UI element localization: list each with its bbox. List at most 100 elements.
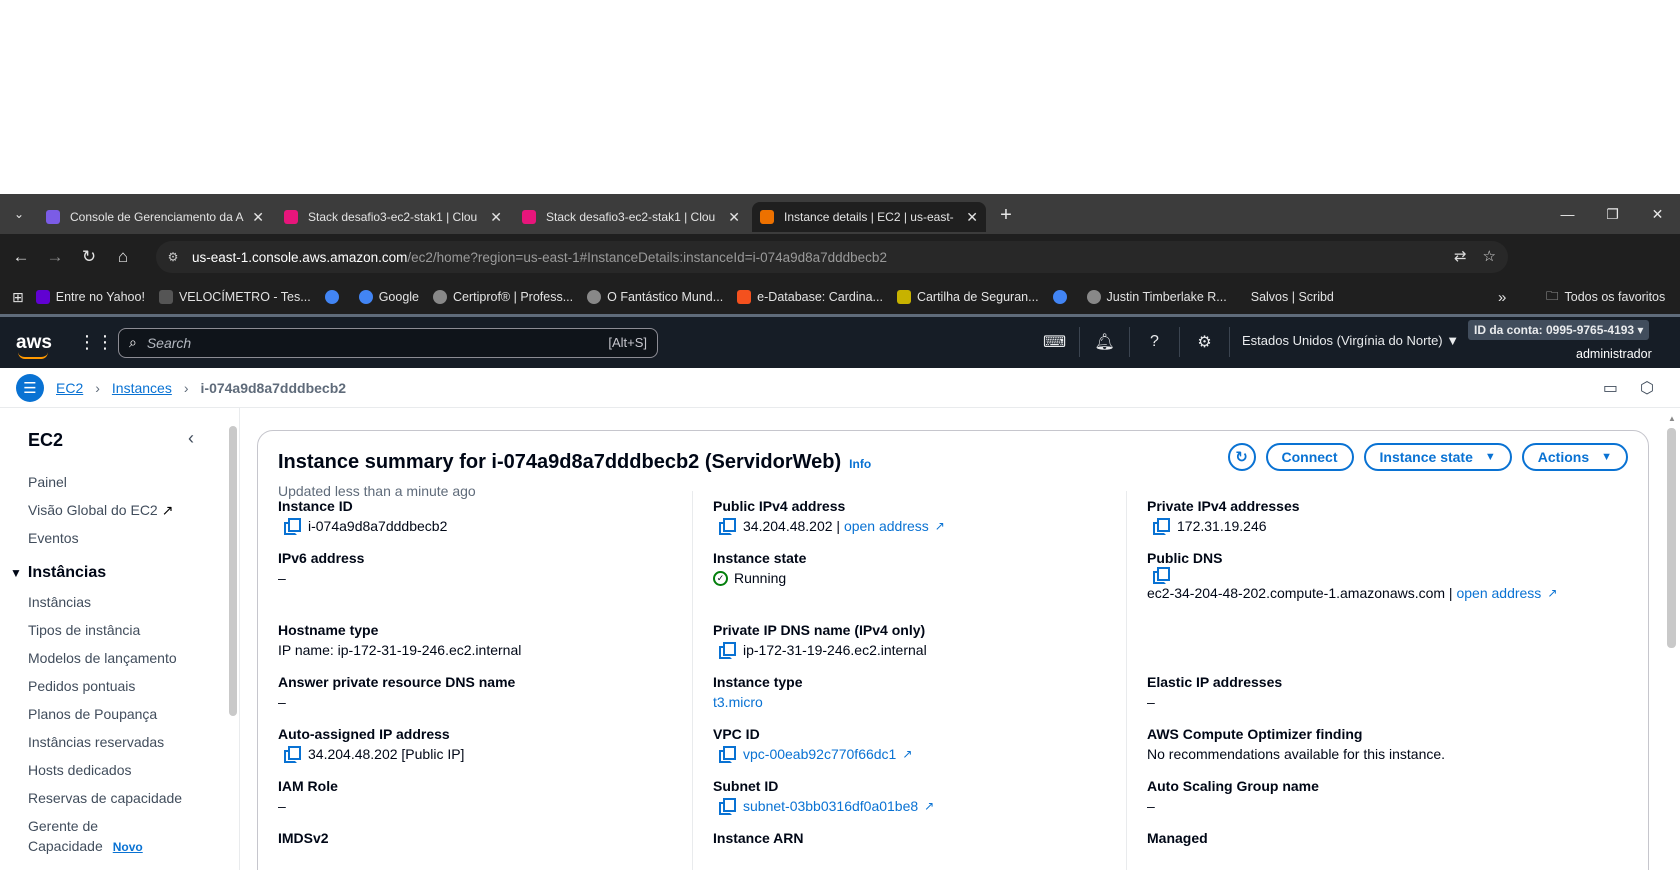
sidebar-section-instancias[interactable]: ▼ Instâncias [10,564,106,582]
bookmark-star-icon[interactable]: ☆ [1483,247,1496,265]
notifications-panel-icon[interactable]: ▭ [1603,378,1618,398]
settings-hex-icon[interactable]: ⬡ [1640,378,1654,398]
globe-icon [433,290,447,304]
folder-icon: 🗀 [1546,288,1559,303]
copy-icon[interactable] [284,746,301,763]
copy-icon[interactable] [1153,567,1170,584]
url-field[interactable]: ⚙ us-east-1.console.aws.amazon.com/ec2/h… [156,241,1508,273]
close-tab-icon[interactable]: ✕ [252,209,264,226]
copy-icon[interactable] [284,518,301,535]
external-link-icon: ↗ [902,747,913,761]
breadcrumb-current: i-074a9d8a7dddbecb2 [200,379,347,396]
refresh-button[interactable]: ↻ [1227,443,1256,471]
user-name[interactable]: administrador [1576,347,1652,361]
sidebar-item-painel[interactable]: Painel [28,474,67,490]
sidebar-item-reservas[interactable]: Reservas de capacidade [28,790,182,806]
copy-icon[interactable] [719,746,736,763]
breadcrumb-ec2[interactable]: EC2 [56,380,83,396]
tab-favicon [522,210,536,224]
info-link[interactable]: Info [849,457,871,471]
copy-icon[interactable] [719,642,736,659]
chevron-right-icon: › [95,379,100,396]
tab-title: Instance details | EC2 | us-east- [784,210,954,224]
vpc-link[interactable]: vpc-00eab92c770f66dc1 [743,744,896,764]
breadcrumb-instances[interactable]: Instances [112,380,172,396]
bookmark-item[interactable]: Salvos | Scribd [1251,290,1334,304]
sidebar-item-instancias[interactable]: Instâncias [28,594,91,610]
reload-icon[interactable]: ↻ [72,240,106,274]
bookmarks-overflow-icon[interactable]: » [1498,289,1506,306]
all-bookmarks[interactable]: 🗀 Todos os favoritos [1546,287,1665,308]
sidebar-item-eventos[interactable]: Eventos [28,530,79,546]
actions-button[interactable]: Actions ▼ [1521,443,1628,471]
menu-icon[interactable]: ☰ [16,373,44,402]
region-selector[interactable]: Estados Unidos (Virgínia do Norte) ▼ [1242,333,1459,348]
bookmark-item[interactable] [324,290,345,304]
browser-tab[interactable]: Stack desafio3-ec2-stak1 | Clou ✕ [514,202,748,232]
bookmark-item[interactable] [1052,290,1073,304]
bookmark-item[interactable]: O Fantástico Mund... [587,290,723,304]
close-tab-icon[interactable]: ✕ [490,209,502,226]
restore-icon[interactable]: ❐ [1590,194,1635,234]
optimizer-field: AWS Compute Optimizer finding No recomme… [1147,726,1446,762]
instance-type-link[interactable]: t3.micro [713,692,763,712]
site-info-icon[interactable]: ⚙ [164,248,182,266]
bookmark-item[interactable]: Entre no Yahoo! [35,290,145,304]
forward-icon[interactable]: → [38,240,72,274]
sidebar-item-reservadas[interactable]: Instâncias reservadas [28,734,164,750]
sidebar-item-modelos[interactable]: Modelos de lançamento [28,650,177,666]
bookmark-item[interactable]: Cartilha de Seguran... [896,290,1039,304]
instance-state-button[interactable]: Instance state ▼ [1363,443,1512,471]
sidebar-scrollbar[interactable] [229,426,237,716]
close-window-icon[interactable]: ✕ [1635,194,1680,234]
open-address-link[interactable]: open address [844,516,929,536]
scroll-up-icon[interactable]: ▲ [1668,414,1676,423]
details-column-1: Instance ID i-074a9d8a7dddbecb2 IPv6 add… [258,491,702,870]
sidebar-item-visao-global[interactable]: Visão Global do EC2 ↗ [28,502,173,519]
subnet-link[interactable]: subnet-03bb0316df0a01be8 [743,796,918,816]
bookmark-item[interactable]: Google [358,290,419,304]
copy-icon[interactable] [1153,518,1170,535]
services-menu-icon[interactable]: ⋮⋮⋮ [78,332,132,353]
aws-logo[interactable]: aws [16,332,60,359]
bookmark-item[interactable]: VELOCÍMETRO - Tes... [158,290,311,304]
connect-button[interactable]: Connect [1265,443,1354,471]
new-tab-icon[interactable]: + [992,201,1020,229]
sidebar-item-pedidos[interactable]: Pedidos pontuais [28,678,135,694]
apps-grid-icon[interactable]: ⊞ [12,289,24,306]
sidebar-item-hosts[interactable]: Hosts dedicados [28,762,132,778]
sidebar-title: EC2 [28,430,64,450]
gear-icon[interactable]: ⚙ [1180,327,1230,357]
bookmark-item[interactable]: Justin Timberlake R... [1086,290,1227,304]
tab-search-icon[interactable]: ⌄ [0,194,38,234]
browser-tab-bar: ⌄ Console de Gerenciamento da A ✕ Stack … [0,194,1680,234]
help-icon[interactable]: ? [1130,327,1180,357]
bell-icon[interactable]: 🔔︎ [1080,327,1130,357]
chevron-left-icon[interactable]: ‹ [188,428,194,449]
sidebar-item-tipos[interactable]: Tipos de instância [28,622,140,638]
bookmark-item[interactable]: Certiprof® | Profess... [433,290,573,304]
browser-tab[interactable]: Console de Gerenciamento da A ✕ [38,202,272,232]
copy-icon[interactable] [719,518,736,535]
close-tab-icon[interactable]: ✕ [966,209,978,226]
tab-title: Console de Gerenciamento da A [70,210,244,224]
browser-tab[interactable]: Stack desafio3-ec2-stak1 | Clou ✕ [276,202,510,232]
minimize-icon[interactable]: — [1545,194,1590,234]
account-id[interactable]: ID da conta: 0995-9765-4193 ▾ [1468,320,1650,340]
yahoo-icon [35,290,50,304]
copy-icon[interactable] [719,798,736,815]
sidebar-item-gerente[interactable]: Gerente de [28,818,98,834]
search-shortcut: [Alt+S] [608,335,647,350]
main-scrollbar[interactable] [1667,428,1676,648]
search-input[interactable]: ⌕ Search [Alt+S] [118,327,658,358]
cloudshell-icon[interactable]: ⌨ [1030,327,1080,357]
sidebar-item-capacidade[interactable]: Capacidade Novo [28,838,143,854]
bookmark-item[interactable]: e-Database: Cardina... [737,290,883,304]
sidebar-item-planos[interactable]: Planos de Poupança [28,706,157,722]
browser-tab-active[interactable]: Instance details | EC2 | us-east- ✕ [752,202,986,232]
open-address-link[interactable]: open address [1456,583,1541,603]
back-icon[interactable]: ← [4,240,38,274]
close-tab-icon[interactable]: ✕ [728,209,740,226]
translate-icon[interactable]: ⇄ [1454,247,1467,265]
home-icon[interactable]: ⌂ [106,240,140,274]
